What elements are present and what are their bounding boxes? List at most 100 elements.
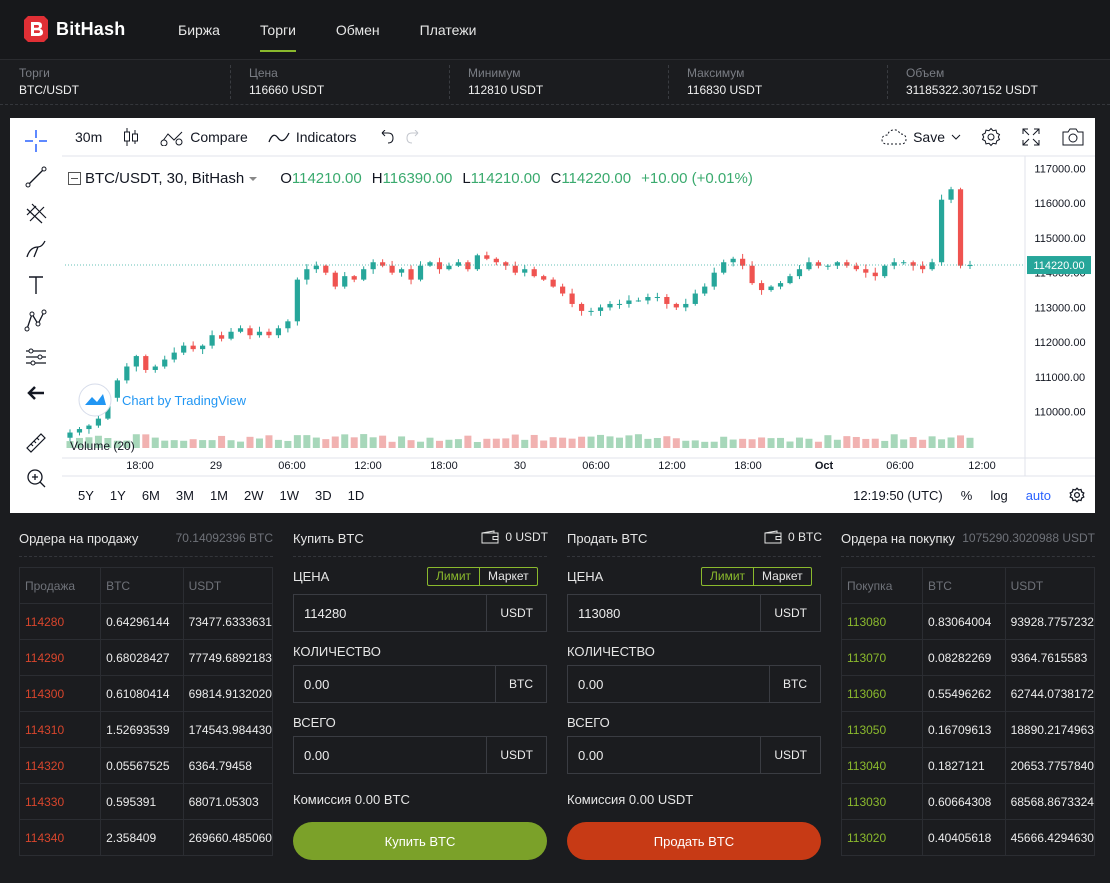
candle-body	[332, 272, 338, 287]
sell-total-input[interactable]	[568, 737, 761, 773]
timeframe-button[interactable]: 1Y	[102, 488, 134, 503]
volume-bar	[303, 435, 311, 448]
order-row[interactable]: 114340 2.358409 269660.485060	[18, 819, 274, 856]
sell-price-input[interactable]	[568, 595, 761, 631]
timeframe-button[interactable]: 6M	[134, 488, 168, 503]
market-tab[interactable]: Маркет	[753, 568, 811, 585]
nav-payments[interactable]: Платежи	[400, 0, 497, 60]
settings-gear-icon[interactable]	[971, 118, 1011, 156]
settings-gear-icon[interactable]	[1069, 487, 1085, 503]
unit-label: USDT	[760, 595, 820, 631]
logo[interactable]: BitHash	[24, 16, 125, 42]
volume-bar	[312, 437, 320, 448]
sell-qty-input[interactable]	[568, 666, 769, 702]
trend-line-icon[interactable]	[21, 162, 51, 192]
buy-price-label: ЦЕНА	[293, 569, 330, 584]
volume-bar	[739, 438, 747, 448]
fib-tool-icon[interactable]	[21, 198, 51, 228]
order-row[interactable]: 114320 0.05567525 6364.79458	[18, 747, 274, 784]
collapse-icon[interactable]	[68, 172, 81, 185]
limit-tab[interactable]: Лимит	[702, 568, 753, 585]
volume-bar	[255, 438, 263, 448]
crosshair-icon[interactable]	[21, 126, 51, 156]
buy-button[interactable]: Купить BTC	[293, 822, 547, 860]
fullscreen-icon[interactable]	[1011, 118, 1051, 156]
order-row[interactable]: 113030 0.60664308 68568.8673324	[841, 783, 1096, 820]
timeframe-button[interactable]: 3M	[168, 488, 202, 503]
nav-exchange[interactable]: Биржа	[158, 0, 240, 60]
candle-body	[815, 262, 822, 266]
symbol-label[interactable]: BTC/USDT, 30, BitHash	[85, 170, 244, 187]
candle-style-icon[interactable]	[112, 118, 150, 156]
current-price-badge	[1027, 256, 1091, 275]
undo-icon[interactable]	[367, 118, 405, 156]
order-row[interactable]: 113070 0.08282269 9364.7615583	[841, 639, 1096, 676]
arrow-left-icon[interactable]	[21, 378, 51, 408]
sell-balance-value: 0 BTC	[787, 530, 822, 544]
text-tool-icon[interactable]	[21, 270, 51, 300]
candle-body	[787, 276, 793, 284]
nav-trading[interactable]: Торги	[240, 0, 316, 60]
timeframe-button[interactable]: 2W	[236, 488, 272, 503]
order-row[interactable]: 114330 0.595391 68071.05303	[18, 783, 274, 820]
percent-toggle[interactable]: %	[961, 488, 973, 503]
candle-body	[190, 345, 196, 350]
compare-button[interactable]: Compare	[150, 118, 258, 156]
volume-bar	[94, 435, 102, 448]
order-row[interactable]: 113050 0.16709613 18890.2174963	[841, 711, 1096, 748]
save-button[interactable]: Save	[871, 118, 971, 156]
order-row[interactable]: 113040 0.1827121 20653.7757840	[841, 747, 1096, 784]
volume-bar	[341, 434, 349, 448]
price-chart[interactable]: 30m Compare Indicators Save BTC/USDT, 30…	[10, 118, 1095, 513]
sell-orders-panel: Ордера на продажу 70.14092396 BTC	[19, 520, 273, 556]
interval-selector[interactable]: 30m	[65, 118, 112, 156]
timeframe-button[interactable]: 1M	[202, 488, 236, 503]
order-row[interactable]: 114310 1.52693539 174543.984430	[18, 711, 274, 748]
order-row[interactable]: 114290 0.68028427 77749.6892183	[18, 639, 274, 676]
order-row[interactable]: 113060 0.55496262 62744.0738172	[841, 675, 1096, 712]
auto-toggle[interactable]: auto	[1026, 488, 1051, 503]
buy-qty-field: BTC	[293, 665, 547, 703]
timeframe-button[interactable]: 3D	[307, 488, 340, 503]
candle-body	[95, 418, 102, 426]
sell-button[interactable]: Продать BTC	[567, 822, 821, 860]
stat-label: Цена	[249, 66, 278, 80]
indicators-button[interactable]: Indicators	[258, 118, 367, 156]
candle-body	[285, 321, 291, 329]
order-price: 114300	[18, 675, 102, 712]
order-amount: 2.358409	[100, 819, 184, 856]
order-row[interactable]: 113080 0.83064004 93928.7757232	[841, 603, 1096, 640]
market-tab[interactable]: Маркет	[479, 568, 537, 585]
order-total: 62744.0738172	[1004, 675, 1096, 712]
ruler-icon[interactable]	[21, 428, 51, 458]
order-price: 114310	[18, 711, 102, 748]
timeframe-button[interactable]: 5Y	[70, 488, 102, 503]
volume-bar	[398, 436, 406, 448]
buy-qty-input[interactable]	[294, 666, 495, 702]
candle-body	[493, 258, 499, 263]
timeframe-button[interactable]: 1D	[340, 488, 373, 503]
x-tick-label: 18:00	[734, 460, 762, 472]
camera-icon[interactable]	[1051, 118, 1095, 156]
candle-body	[342, 276, 348, 287]
nav-swap[interactable]: Обмен	[316, 0, 400, 60]
order-row[interactable]: 113020 0.40405618 45666.4294630	[841, 819, 1096, 856]
volume-bar	[549, 437, 557, 448]
log-toggle[interactable]: log	[990, 488, 1007, 503]
brush-icon[interactable]	[21, 234, 51, 264]
sell-price-field: USDT	[567, 594, 821, 632]
order-row[interactable]: 114300 0.61080414 69814.9132020	[18, 675, 274, 712]
pattern-icon[interactable]	[21, 306, 51, 336]
limit-tab[interactable]: Лимит	[428, 568, 479, 585]
order-row[interactable]: 114280 0.64296144 73477.6333631	[18, 603, 274, 640]
order-amount: 0.64296144	[100, 603, 184, 640]
order-amount: 0.60664308	[921, 783, 1006, 820]
buy-price-input[interactable]	[294, 595, 487, 631]
volume-bar	[805, 438, 813, 448]
zoom-in-icon[interactable]	[21, 463, 51, 493]
x-tick-label: 18:00	[126, 460, 154, 472]
redo-icon[interactable]	[405, 118, 433, 156]
buy-total-input[interactable]	[294, 737, 487, 773]
prediction-icon[interactable]	[21, 342, 51, 372]
timeframe-button[interactable]: 1W	[272, 488, 308, 503]
